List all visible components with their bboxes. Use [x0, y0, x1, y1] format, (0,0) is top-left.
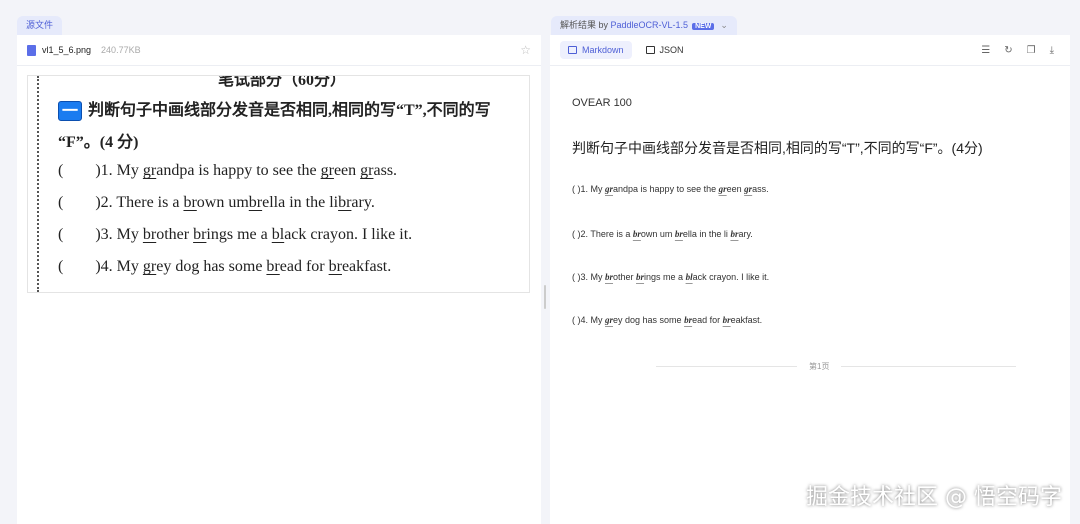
- underlined-segment: gr: [142, 162, 157, 179]
- text-segment: eakfast.: [730, 315, 763, 325]
- text-segment: ings me a: [644, 272, 686, 282]
- text-segment: ary.: [351, 194, 375, 211]
- text-segment: ey dog has some: [613, 315, 685, 325]
- text-segment: andpa is happy to see the: [156, 162, 321, 179]
- source-panel: vl1_5_6.png 240.77KB ☆ 笔试部分（60分） 一判断句子中画…: [17, 35, 541, 524]
- text-segment: ( )3. My: [572, 272, 605, 282]
- text-segment: ary.: [738, 229, 753, 239]
- underlined-segment: br: [636, 272, 645, 282]
- question-item: ( )4. My grey dog has some bread for bre…: [58, 258, 391, 276]
- text-segment: ( )2. There is a: [572, 229, 633, 239]
- watermark: 掘金技术社区 @ 悟空码字: [806, 485, 1062, 510]
- text-segment: ( )1. My: [572, 184, 605, 194]
- underlined-segment: br: [684, 315, 693, 325]
- settings-icon[interactable]: ☰: [981, 45, 990, 56]
- text-segment: ( )3. My: [58, 226, 143, 243]
- underlined-segment: gr: [605, 315, 614, 325]
- text-segment: ack crayon. I like it.: [692, 272, 770, 282]
- text-segment: ( )4. My: [572, 315, 605, 325]
- question-item: ( )2. There is a brown umbrella in the l…: [58, 194, 375, 212]
- file-name: vl1_5_6.png: [42, 45, 92, 55]
- tab-markdown[interactable]: Markdown: [560, 41, 632, 59]
- underlined-segment: gr: [360, 162, 374, 179]
- text-segment: other: [156, 226, 194, 243]
- download-icon[interactable]: ⤓: [1050, 45, 1054, 56]
- text-segment: ella in the li: [682, 229, 731, 239]
- question-item: ( )4. My grey dog has some bread for bre…: [572, 315, 762, 325]
- underlined-segment: br: [248, 194, 263, 211]
- tab-json[interactable]: JSON: [638, 41, 692, 59]
- question-item: ( )1. My grandpa is happy to see the gre…: [572, 184, 769, 194]
- underlined-segment: gr: [142, 258, 157, 275]
- question-item: ( )3. My brother brings me a black crayo…: [572, 272, 769, 282]
- image-file-icon: [27, 44, 36, 56]
- text-segment: andpa is happy to see the: [613, 184, 719, 194]
- tab-source-file[interactable]: 源文件: [17, 16, 63, 35]
- markdown-icon: [568, 46, 577, 54]
- underlined-segment: br: [328, 258, 342, 275]
- text-segment: ella in the li: [262, 194, 339, 211]
- underlined-segment: br: [193, 226, 207, 243]
- new-badge: NEW: [692, 23, 715, 30]
- text-segment: ( )4. My: [58, 258, 143, 275]
- result-panel: Markdown JSON ☰ ↻ ❐ ⤓ OVEAR 100 判断句子中画线部…: [550, 35, 1070, 524]
- underlined-segment: br: [338, 194, 352, 211]
- underlined-segment: gr: [320, 162, 334, 179]
- text-segment: own um: [640, 229, 675, 239]
- text-segment: ead for: [692, 315, 723, 325]
- tab-label: JSON: [659, 45, 684, 55]
- underlined-segment: br: [632, 229, 641, 239]
- text-segment: ( )2. There is a: [58, 194, 184, 211]
- question-item: ( )2. There is a brown um brella in the …: [572, 229, 753, 239]
- section-badge: 一: [58, 101, 82, 122]
- copy-icon[interactable]: ❐: [1027, 45, 1036, 56]
- underlined-segment: br: [605, 272, 614, 282]
- result-label: 解析结果 by: [560, 20, 611, 30]
- text-segment: ack crayon. I like it.: [284, 226, 413, 243]
- underlined-segment: br: [722, 315, 731, 325]
- model-name: PaddleOCR-VL-1.5: [610, 20, 689, 30]
- json-icon: [645, 46, 655, 54]
- page-label: 第1页: [797, 361, 842, 372]
- refresh-icon[interactable]: ↻: [1004, 45, 1012, 56]
- question-item: ( )3. My brother brings me a black crayo…: [58, 226, 412, 244]
- result-source-dropdown[interactable]: 解析结果 by PaddleOCR-VL-1.5 NEW ⌄: [551, 16, 737, 35]
- text-segment: ass.: [752, 184, 769, 194]
- underlined-segment: br: [266, 258, 280, 275]
- cut-heading: 笔试部分（60分）: [218, 75, 347, 89]
- instruction: 一判断句子中画线部分发音是否相同,相同的写“T”,不同的写: [58, 96, 491, 122]
- text-segment: ey dog has some: [156, 258, 267, 275]
- instruction-text: 判断句子中画线部分发音是否相同,相同的写“T”,不同的写: [88, 102, 491, 119]
- text-segment: eakfast.: [341, 258, 392, 275]
- underlined-segment: br: [674, 229, 683, 239]
- underlined-segment: bl: [271, 226, 285, 243]
- text-segment: ( )1. My: [58, 162, 143, 179]
- text-segment: ass.: [373, 162, 398, 179]
- binding-line: [37, 76, 39, 292]
- text-segment: een: [726, 184, 745, 194]
- text-segment: other: [613, 272, 637, 282]
- result-title: OVEAR 100: [572, 97, 632, 109]
- file-size: 240.77KB: [101, 45, 141, 55]
- text-segment: een: [333, 162, 361, 179]
- underlined-segment: br: [142, 226, 157, 243]
- splitter-handle[interactable]: [544, 285, 546, 309]
- underlined-segment: gr: [744, 184, 753, 194]
- instruction-cont: “F”。(4 分): [58, 134, 139, 151]
- chevron-down-icon: ⌄: [720, 20, 728, 30]
- text-segment: own um: [196, 194, 249, 211]
- text-segment: ings me a: [206, 226, 272, 243]
- underlined-segment: gr: [605, 184, 614, 194]
- tab-label: Markdown: [582, 45, 624, 55]
- star-icon[interactable]: ☆: [520, 43, 531, 57]
- result-heading: 判断句子中画线部分发音是否相同,相同的写“T”,不同的写“F”。(4分): [572, 140, 983, 156]
- underlined-segment: bl: [685, 272, 693, 282]
- underlined-segment: gr: [718, 184, 727, 194]
- document-image: 笔试部分（60分） 一判断句子中画线部分发音是否相同,相同的写“T”,不同的写 …: [27, 75, 530, 293]
- file-header: vl1_5_6.png 240.77KB ☆: [17, 35, 541, 66]
- text-segment: ead for: [279, 258, 329, 275]
- underlined-segment: br: [183, 194, 197, 211]
- question-item: ( )1. My grandpa is happy to see the gre…: [58, 162, 397, 180]
